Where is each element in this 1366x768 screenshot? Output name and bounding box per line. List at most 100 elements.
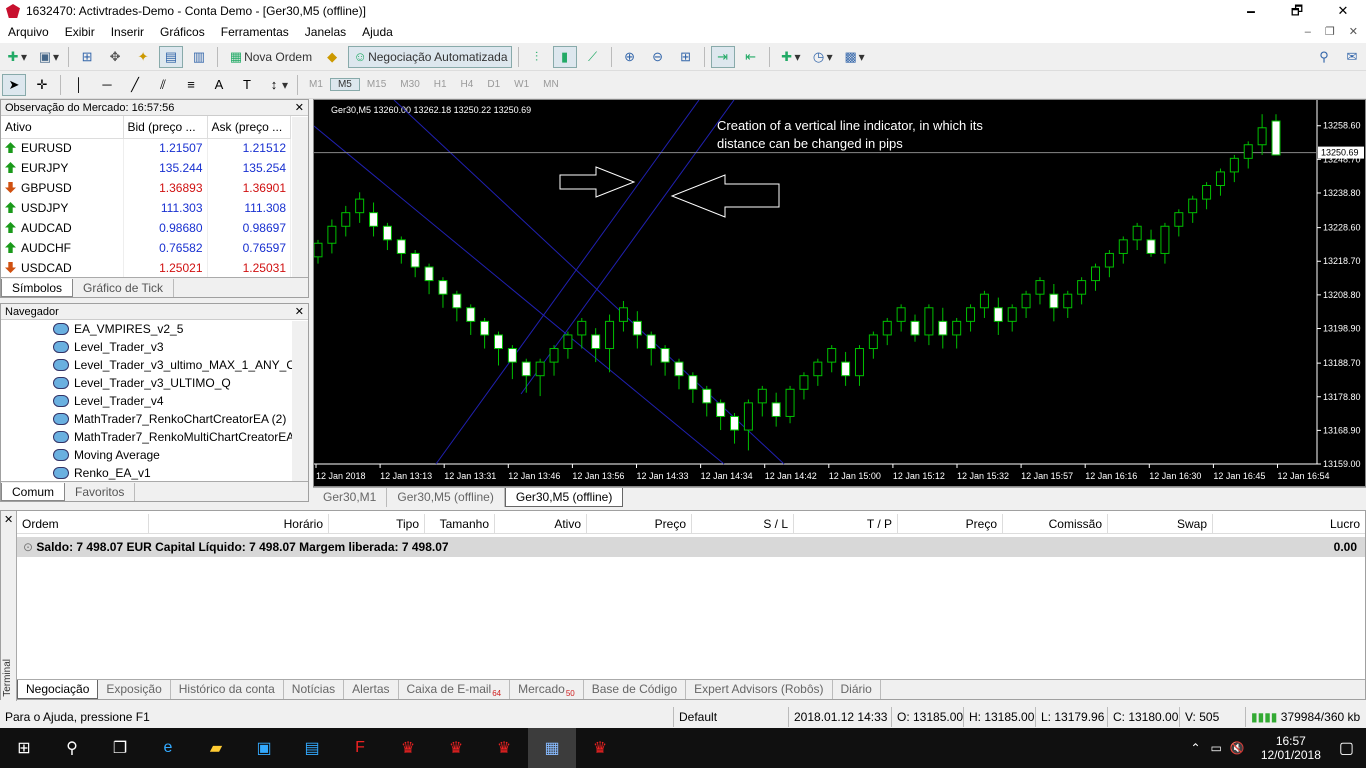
- column-header-price[interactable]: Preço: [587, 514, 692, 533]
- tile-windows-button[interactable]: ⊞: [674, 46, 698, 68]
- navigator-toggle[interactable]: ✦: [131, 46, 155, 68]
- task-view-icon[interactable]: ❐: [96, 728, 144, 768]
- timeframe-h4[interactable]: H4: [454, 79, 481, 90]
- line-chart-button[interactable]: ⟋: [581, 46, 605, 68]
- chevron-up-icon[interactable]: ⌃: [1190, 741, 1200, 755]
- terminal-tab[interactable]: Caixa de E-mail64: [399, 680, 511, 699]
- navigator-item[interactable]: MathTrader7_RenkoChartCreatorEA (2): [1, 410, 308, 428]
- navigator-item[interactable]: MathTrader7_RenkoMultiChartCreatorEA: [1, 428, 308, 446]
- new-order-button[interactable]: ▦ Nova Ordem: [224, 46, 316, 68]
- market-watch-row[interactable]: EURJPY 135.244 135.254: [1, 158, 291, 178]
- balance-row[interactable]: ⊙ Saldo: 7 498.07 EUR Capital Líquido: 7…: [17, 537, 1365, 557]
- chart-window[interactable]: Ger30,M5 13260.00 13262.18 13250.22 1325…: [313, 99, 1366, 487]
- autoscroll-button[interactable]: ⇥: [710, 45, 735, 68]
- volume-muted-icon[interactable]: 🔇: [1230, 741, 1245, 755]
- chart-tab-ger30-m1[interactable]: Ger30,M1: [313, 488, 388, 507]
- terminal-toggle[interactable]: ▤: [159, 45, 184, 68]
- column-header-ask[interactable]: Ask (preço ...: [207, 116, 291, 139]
- candlestick-chart[interactable]: Ger30,M5 13260.00 13262.18 13250.22 1325…: [313, 99, 1365, 486]
- market-watch-row[interactable]: EURUSD 1.21507 1.21512: [1, 138, 291, 158]
- market-watch-row[interactable]: USDJPY 111.303 111.308: [1, 198, 291, 218]
- navigator-item[interactable]: EA_VMPIRES_v2_5: [1, 320, 308, 338]
- market-watch-toggle[interactable]: ⊞: [75, 46, 99, 68]
- column-header-price2[interactable]: Preço: [898, 514, 1003, 533]
- file-explorer-icon[interactable]: ▰: [192, 728, 240, 768]
- terminal-tab[interactable]: Notícias: [284, 680, 345, 699]
- terminal-tab[interactable]: Negociação: [17, 680, 99, 699]
- metatrader-icon-1[interactable]: ♛: [384, 728, 432, 768]
- market-watch-row[interactable]: USDCAD 1.25021 1.25031: [1, 258, 291, 278]
- mdi-minimize-button[interactable]: –: [1305, 22, 1311, 43]
- navigator-item[interactable]: Renko_EA_v1: [1, 464, 308, 482]
- chart-tab-ger30-m5-1[interactable]: Ger30,M5 (offline): [387, 488, 505, 507]
- arrows-tool[interactable]: ↕ ▾: [263, 74, 291, 96]
- market-watch-row[interactable]: AUDCHF 0.76582 0.76597: [1, 238, 291, 258]
- timeframe-m5[interactable]: M5: [329, 78, 360, 91]
- mdi-restore-button[interactable]: ❐: [1325, 22, 1335, 43]
- close-icon[interactable]: ✕: [295, 100, 304, 116]
- market-watch-row[interactable]: AUDCAD 0.98680 0.98697: [1, 218, 291, 238]
- search-button[interactable]: ⚲: [1312, 46, 1336, 68]
- channel-tool[interactable]: ⫽: [151, 74, 175, 96]
- column-header-size[interactable]: Tamanho: [425, 514, 495, 533]
- tab-common[interactable]: Comum: [1, 483, 66, 501]
- restore-button[interactable]: 🗗: [1274, 0, 1320, 22]
- fibonacci-tool[interactable]: ≡: [179, 74, 203, 96]
- navigator-item[interactable]: Level_Trader_v3: [1, 338, 308, 356]
- new-chart-button[interactable]: ✚ ▾: [2, 46, 30, 68]
- terminal-tab[interactable]: Mercado50: [510, 680, 584, 699]
- navigator-item[interactable]: Level_Trader_v3_ULTIMO_Q: [1, 374, 308, 392]
- column-header-tp[interactable]: T / P: [794, 514, 898, 533]
- menu-exibir[interactable]: Exibir: [57, 22, 103, 43]
- menu-ferramentas[interactable]: Ferramentas: [213, 22, 297, 43]
- market-watch-scrollbar[interactable]: [292, 117, 308, 277]
- internet-explorer-icon[interactable]: e: [144, 728, 192, 768]
- tab-favorites[interactable]: Favoritos: [65, 483, 136, 501]
- notifications-icon[interactable]: ▢: [1339, 738, 1354, 758]
- column-header-time[interactable]: Horário: [149, 514, 329, 533]
- terminal-tab[interactable]: Alertas: [344, 680, 399, 699]
- data-window-toggle[interactable]: ✥: [103, 46, 127, 68]
- indicators-button[interactable]: ✚ ▾: [776, 46, 804, 68]
- column-header-symbol[interactable]: Ativo: [1, 116, 124, 139]
- column-header-swap[interactable]: Swap: [1108, 514, 1213, 533]
- meta-editor-button[interactable]: ◆: [320, 46, 344, 68]
- text-tool[interactable]: A: [207, 74, 231, 96]
- column-header-order[interactable]: Ordem: [17, 514, 149, 533]
- timeframe-m30[interactable]: M30: [393, 79, 426, 90]
- zoom-out-button[interactable]: ⊖: [646, 46, 670, 68]
- cursor-tool[interactable]: ➤: [2, 73, 26, 96]
- auto-trading-button[interactable]: ☺ Negociação Automatizada: [348, 45, 512, 68]
- timeframe-mn[interactable]: MN: [536, 79, 566, 90]
- menu-arquivo[interactable]: Arquivo: [0, 22, 57, 43]
- column-header-symbol[interactable]: Ativo: [495, 514, 587, 533]
- market-watch-row[interactable]: GBPUSD 1.36893 1.36901: [1, 178, 291, 198]
- chart-shift-button[interactable]: ⇤: [739, 46, 763, 68]
- navigator-item[interactable]: Moving Average: [1, 446, 308, 464]
- close-icon[interactable]: ✕: [4, 513, 13, 526]
- timeframe-m15[interactable]: M15: [360, 79, 393, 90]
- terminal-tab[interactable]: Diário: [833, 680, 881, 699]
- mdi-close-button[interactable]: ✕: [1349, 22, 1358, 43]
- metatrader-icon-2[interactable]: ♛: [432, 728, 480, 768]
- app-icon-1[interactable]: ▣: [240, 728, 288, 768]
- templates-button[interactable]: ▩ ▾: [840, 46, 868, 68]
- column-header-commission[interactable]: Comissão: [1003, 514, 1108, 533]
- app-icon-3[interactable]: F: [336, 728, 384, 768]
- menu-janelas[interactable]: Janelas: [297, 22, 354, 43]
- chart-tab-ger30-m5-2[interactable]: Ger30,M5 (offline): [504, 488, 624, 507]
- timeframe-h1[interactable]: H1: [427, 79, 454, 90]
- metatrader-icon-4[interactable]: ♛: [576, 728, 624, 768]
- windows-start-icon[interactable]: ⊞: [0, 728, 48, 768]
- vertical-line-tool[interactable]: │: [67, 74, 91, 96]
- zoom-in-button[interactable]: ⊕: [618, 46, 642, 68]
- crosshair-tool[interactable]: ✛: [30, 74, 54, 96]
- minimize-button[interactable]: 🗕: [1228, 0, 1274, 22]
- timeframe-m1[interactable]: M1: [302, 79, 330, 90]
- periods-button[interactable]: ◷ ▾: [808, 46, 836, 68]
- horizontal-line-tool[interactable]: ─: [95, 74, 119, 96]
- chat-button[interactable]: ✉: [1340, 46, 1364, 68]
- candle-chart-button[interactable]: ▮: [552, 45, 577, 68]
- tab-tick-chart[interactable]: Gráfico de Tick: [73, 279, 175, 297]
- close-icon[interactable]: ✕: [295, 304, 304, 320]
